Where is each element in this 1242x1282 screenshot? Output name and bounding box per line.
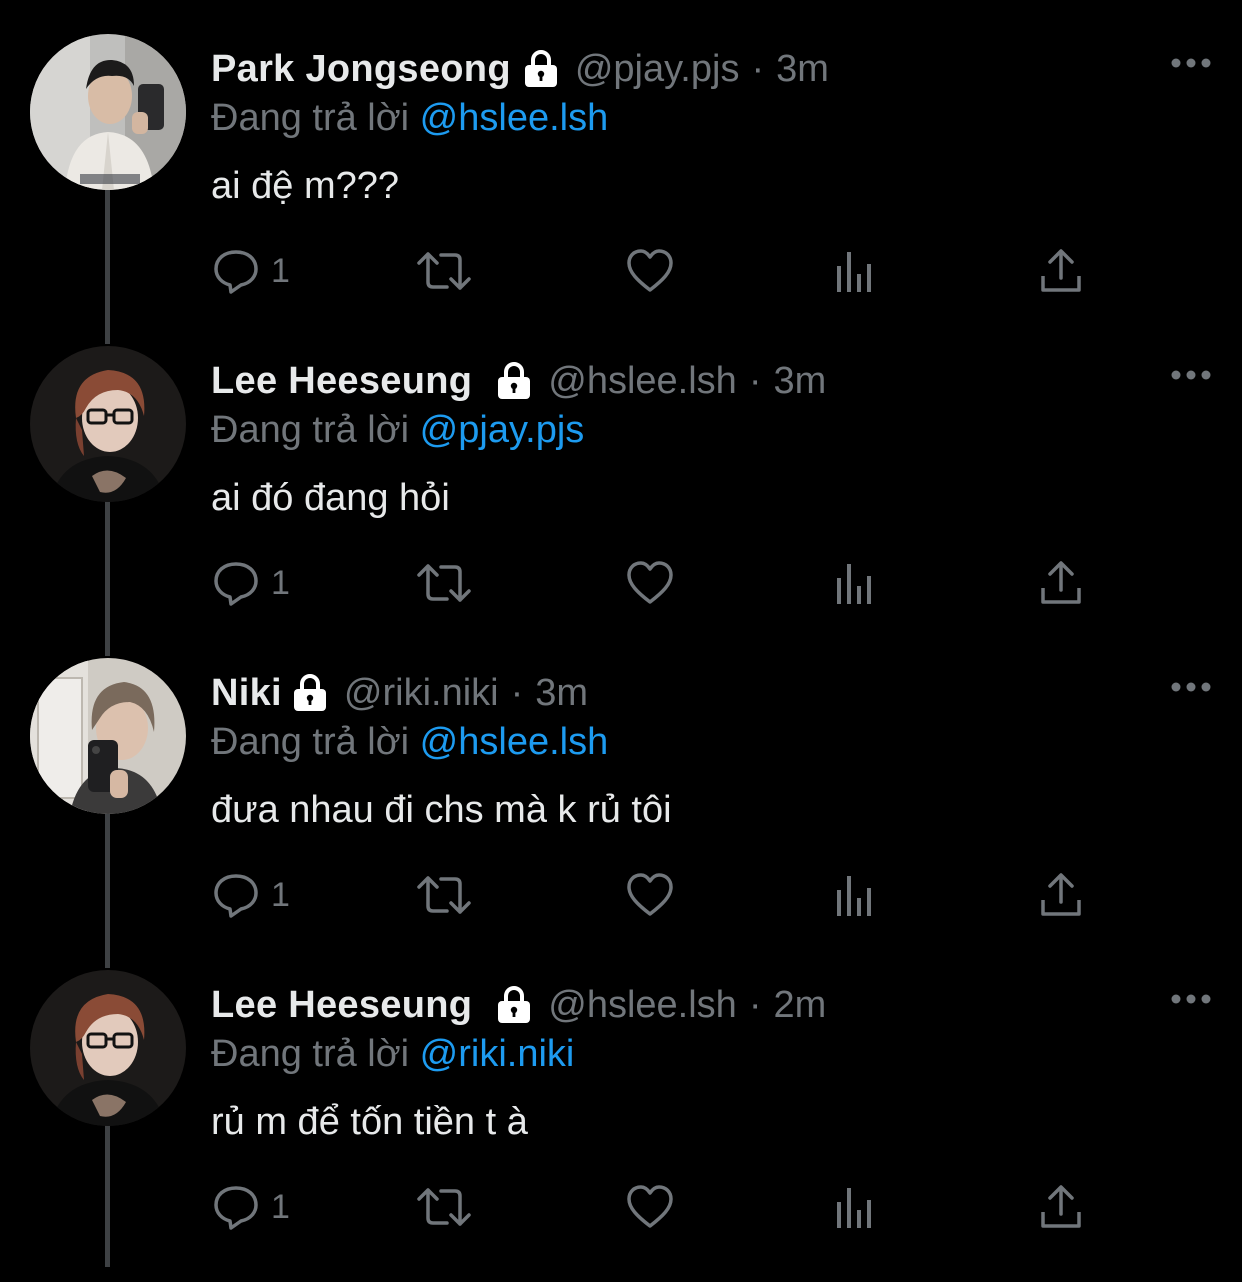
like-button[interactable]	[625, 244, 675, 298]
more-icon[interactable]	[1170, 680, 1212, 692]
reply-button[interactable]: 1	[211, 244, 290, 298]
views-icon	[837, 876, 871, 916]
share-icon	[1041, 1185, 1081, 1228]
share-button[interactable]	[1039, 244, 1083, 298]
more-icon[interactable]	[1170, 368, 1212, 380]
views-button[interactable]	[833, 868, 877, 922]
views-button[interactable]	[833, 556, 877, 610]
reply-button[interactable]: 1	[211, 868, 290, 922]
reply-count: 1	[271, 251, 290, 290]
action-bar: 1	[211, 1180, 1111, 1234]
reply-icon	[214, 874, 258, 918]
display-name[interactable]: Park Jongseong	[211, 48, 511, 91]
more-icon[interactable]	[1170, 56, 1212, 68]
action-bar: 1	[211, 868, 1111, 922]
retweet-button[interactable]	[415, 1180, 473, 1234]
share-button[interactable]	[1039, 1180, 1083, 1234]
separator-dot: ·	[748, 983, 762, 1026]
tweet[interactable]: Lee Heeseung @hslee.lsh · 3m Đang trả lờ…	[0, 346, 1242, 658]
like-icon	[627, 249, 673, 292]
reply-target-link[interactable]: @pjay.pjs	[420, 409, 585, 451]
reply-label: Đang trả lời	[211, 409, 410, 451]
views-icon	[837, 252, 871, 292]
retweet-button[interactable]	[415, 244, 473, 298]
timestamp[interactable]: 3m	[776, 48, 829, 91]
replying-to: Đang trả lời @hslee.lsh	[211, 92, 608, 144]
tweet[interactable]: Niki @riki.niki · 3m Đang trả lời @hslee…	[0, 658, 1242, 970]
views-button[interactable]	[833, 1180, 877, 1234]
handle[interactable]: @riki.niki	[344, 672, 499, 715]
like-icon	[627, 561, 673, 604]
reply-count: 1	[271, 1187, 290, 1226]
avatar[interactable]	[30, 658, 186, 814]
share-icon	[1041, 873, 1081, 916]
retweet-icon	[417, 564, 471, 602]
retweet-button[interactable]	[415, 868, 473, 922]
reply-icon	[214, 1186, 258, 1230]
retweet-icon	[417, 1188, 471, 1226]
lock-icon	[288, 671, 332, 715]
like-button[interactable]	[625, 868, 675, 922]
tweet[interactable]: Park Jongseong @pjay.pjs · 3m Đang trả l…	[0, 34, 1242, 346]
timestamp[interactable]: 2m	[773, 984, 826, 1027]
reply-label: Đang trả lời	[211, 1033, 410, 1075]
lock-icon	[519, 47, 563, 91]
tweet-text: đưa nhau đi chs mà k rủ tôi	[211, 789, 672, 831]
avatar[interactable]	[30, 346, 186, 502]
replying-to: Đang trả lời @pjay.pjs	[211, 404, 584, 456]
like-icon	[627, 1185, 673, 1228]
share-button[interactable]	[1039, 556, 1083, 610]
reply-target-link[interactable]: @hslee.lsh	[420, 97, 609, 139]
display-name[interactable]: Lee Heeseung	[211, 984, 472, 1027]
reply-count: 1	[271, 875, 290, 914]
action-bar: 1	[211, 556, 1111, 610]
share-icon	[1041, 561, 1081, 604]
like-icon	[627, 873, 673, 916]
views-icon	[837, 564, 871, 604]
avatar[interactable]	[30, 34, 186, 190]
reply-label: Đang trả lời	[211, 97, 410, 139]
timestamp[interactable]: 3m	[535, 672, 588, 715]
reply-label: Đang trả lời	[211, 721, 410, 763]
handle[interactable]: @hslee.lsh	[548, 984, 737, 1027]
views-icon	[837, 1188, 871, 1228]
tweet-text: rủ m để tốn tiền t à	[211, 1101, 528, 1143]
replying-to: Đang trả lời @riki.niki	[211, 1028, 574, 1080]
lock-icon	[492, 359, 536, 403]
reply-count: 1	[271, 563, 290, 602]
reply-icon	[214, 250, 258, 294]
reply-button[interactable]: 1	[211, 1180, 290, 1234]
handle[interactable]: @pjay.pjs	[575, 48, 740, 91]
avatar[interactable]	[30, 970, 186, 1126]
separator-dot: ·	[751, 47, 765, 90]
reply-icon	[214, 562, 258, 606]
display-name[interactable]: Lee Heeseung	[211, 360, 472, 403]
reply-button[interactable]: 1	[211, 556, 290, 610]
reply-target-link[interactable]: @riki.niki	[420, 1033, 575, 1075]
action-bar: 1	[211, 244, 1111, 298]
tweet[interactable]: Lee Heeseung @hslee.lsh · 2m Đang trả lờ…	[0, 970, 1242, 1282]
lock-icon	[492, 983, 536, 1027]
share-button[interactable]	[1039, 868, 1083, 922]
retweet-icon	[417, 252, 471, 290]
separator-dot: ·	[510, 671, 524, 714]
display-name[interactable]: Niki	[211, 672, 282, 715]
more-icon[interactable]	[1170, 992, 1212, 1004]
retweet-icon	[417, 876, 471, 914]
timestamp[interactable]: 3m	[773, 360, 826, 403]
views-button[interactable]	[833, 244, 877, 298]
handle[interactable]: @hslee.lsh	[548, 360, 737, 403]
replying-to: Đang trả lời @hslee.lsh	[211, 716, 608, 768]
separator-dot: ·	[748, 359, 762, 402]
retweet-button[interactable]	[415, 556, 473, 610]
like-button[interactable]	[625, 556, 675, 610]
tweet-text: ai đệ m???	[211, 165, 400, 207]
tweet-text: ai đó đang hỏi	[211, 477, 450, 519]
share-icon	[1041, 249, 1081, 292]
like-button[interactable]	[625, 1180, 675, 1234]
reply-target-link[interactable]: @hslee.lsh	[420, 721, 609, 763]
